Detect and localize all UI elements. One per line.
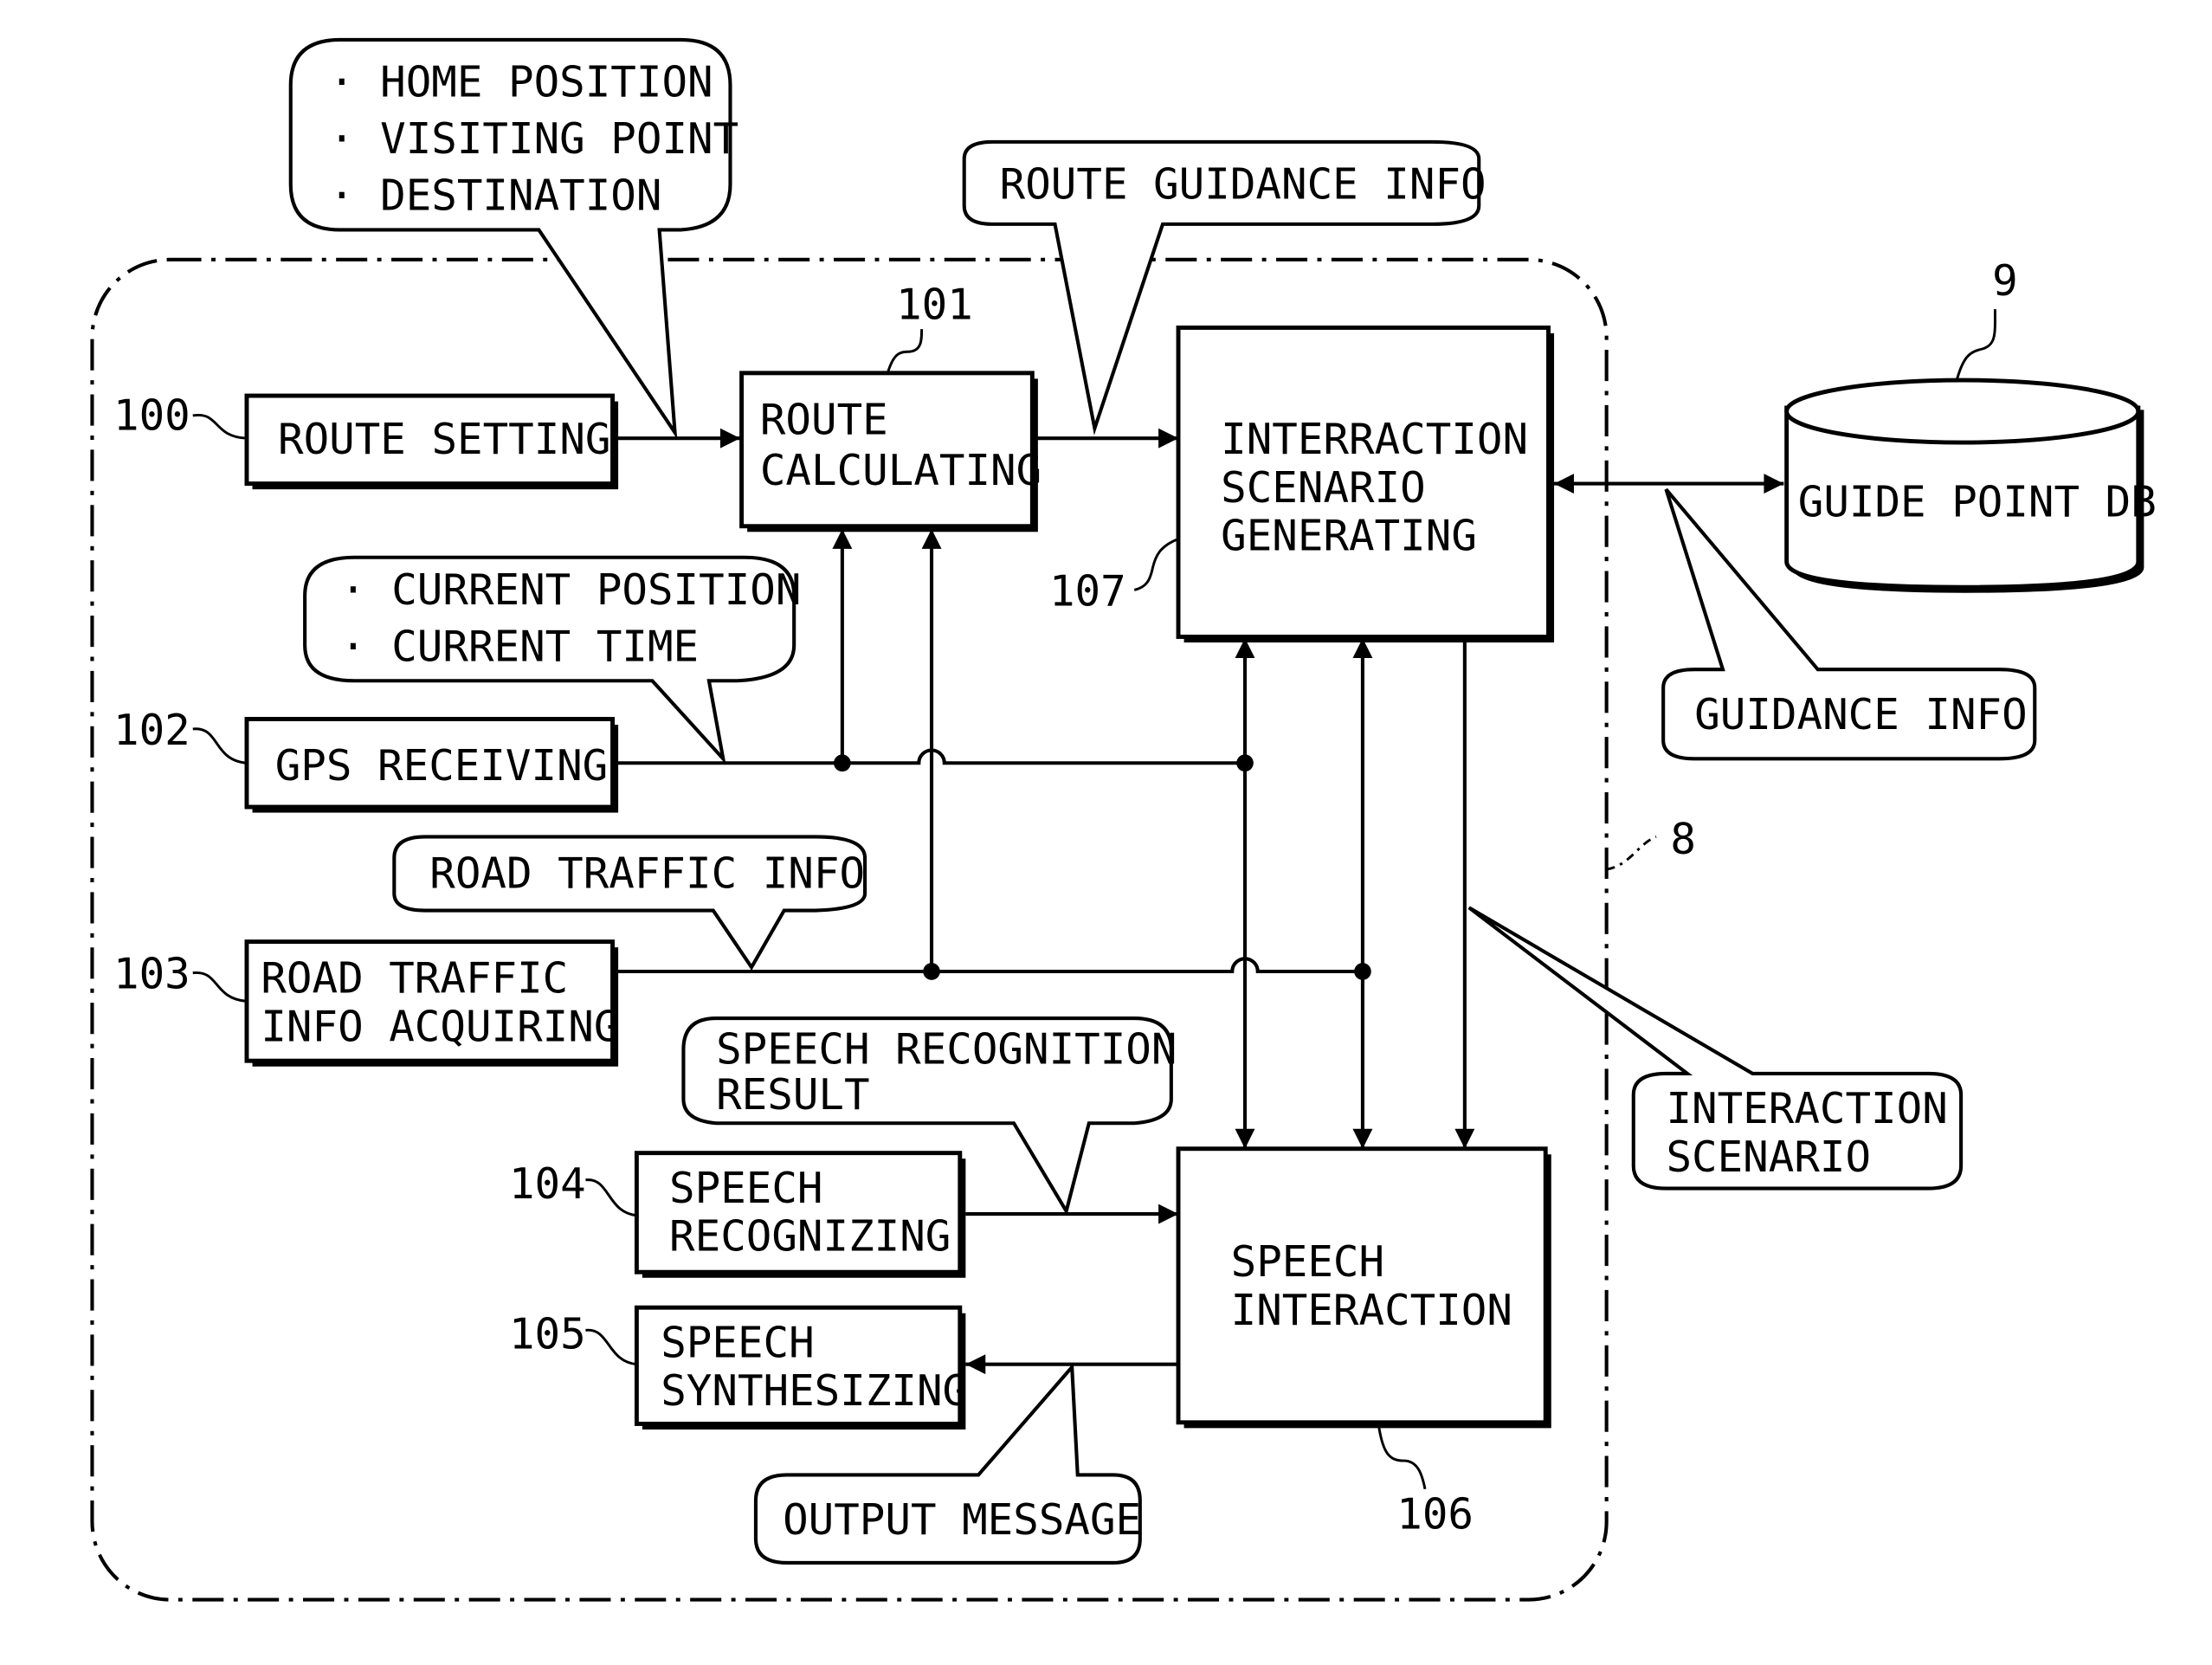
junction-dot [1354, 963, 1371, 980]
junction-dot [923, 963, 940, 980]
ref-8: 8 [1670, 814, 1696, 864]
leader-105 [585, 1328, 637, 1366]
block-speech-synthesizing: SPEECH SYNTHESIZING [634, 1305, 968, 1430]
leader-9 [1955, 309, 1996, 381]
ref-102: 102 [113, 705, 190, 755]
leader-102 [192, 727, 248, 765]
ref-101: 101 [896, 280, 973, 330]
svg-text:GPS RECEIVING: GPS RECEIVING [275, 740, 609, 791]
ref-103: 103 [113, 949, 190, 999]
svg-text:GUIDANCE INFO: GUIDANCE INFO [1694, 689, 2028, 739]
block-route-calculating: ROUTE CALCULATING [739, 371, 1042, 532]
svg-text:OUTPUT MESSAGE: OUTPUT MESSAGE [783, 1494, 1141, 1545]
svg-text:· HOME POSITION: · HOME POSITION [329, 56, 713, 106]
svg-text:· DESTINATION: · DESTINATION [329, 170, 662, 220]
svg-text:ROUTE: ROUTE [760, 394, 888, 444]
svg-text:SYNTHESIZING: SYNTHESIZING [661, 1365, 968, 1416]
svg-text:SPEECH: SPEECH [661, 1317, 814, 1367]
svg-text:· CURRENT TIME: · CURRENT TIME [340, 621, 699, 671]
svg-text:RESULT: RESULT [716, 1069, 869, 1120]
svg-text:CALCULATING: CALCULATING [760, 445, 1042, 495]
line-gps-bus [614, 748, 1246, 765]
ref-106: 106 [1396, 1489, 1474, 1539]
leader-104 [585, 1178, 637, 1217]
ref-105: 105 [509, 1309, 586, 1359]
svg-text:ROUTE GUIDANCE INFO: ROUTE GUIDANCE INFO [1000, 158, 1486, 209]
svg-text:INTERACTION: INTERACTION [1666, 1083, 1947, 1133]
svg-text:SCENARIO: SCENARIO [1666, 1132, 1871, 1182]
svg-text:GUIDE POINT DB: GUIDE POINT DB [1798, 476, 2157, 526]
svg-text:SPEECH RECOGNITION: SPEECH RECOGNITION [716, 1023, 1177, 1074]
leader-100 [192, 413, 248, 440]
leader-106 [1377, 1422, 1427, 1490]
svg-text:ROUTE SETTING: ROUTE SETTING [278, 414, 611, 464]
junction-dot [1236, 754, 1254, 772]
ref-107: 107 [1049, 565, 1126, 616]
callout-route-inputs: · HOME POSITION · VISITING POINT · DESTI… [288, 37, 738, 440]
leader-107 [1133, 538, 1179, 591]
svg-text:INFO ACQUIRING: INFO ACQUIRING [261, 1001, 619, 1051]
block-scenario-generating: INTERRACTION SCENARIO GENERATING [1176, 325, 1555, 643]
block-road-traffic-acquiring: ROAD TRAFFIC INFO ACQUIRING [244, 939, 619, 1067]
svg-text:ROAD TRAFFIC: ROAD TRAFFIC [261, 953, 568, 1004]
svg-text:· VISITING POINT: · VISITING POINT [329, 113, 738, 164]
svg-text:SPEECH: SPEECH [669, 1163, 822, 1213]
ref-100: 100 [113, 390, 190, 440]
svg-text:RECOGNIZING: RECOGNIZING [669, 1211, 951, 1262]
svg-text:GENERATING: GENERATING [1221, 511, 1477, 561]
line-traffic-bus [614, 957, 1363, 974]
svg-text:INTERACTION: INTERACTION [1231, 1285, 1512, 1335]
block-diagram: 8 ROUTE SETTING 100 ROUTE CALCULATING 10… [90, 37, 2157, 1602]
svg-text:SPEECH: SPEECH [1231, 1236, 1384, 1287]
svg-text:ROAD TRAFFIC INFO: ROAD TRAFFIC INFO [429, 848, 865, 898]
svg-text:SCENARIO: SCENARIO [1221, 462, 1426, 513]
block-route-setting: ROUTE SETTING [244, 393, 619, 490]
ref-104: 104 [509, 1158, 586, 1209]
callout-interaction-scenario: INTERACTION SCENARIO [1467, 906, 1964, 1191]
block-guide-point-db: GUIDE POINT DB [1784, 378, 2157, 593]
frame-leader [1606, 836, 1657, 871]
svg-text:INTERRACTION: INTERRACTION [1221, 414, 1528, 464]
junction-dot [834, 754, 851, 772]
leader-101 [886, 329, 924, 374]
svg-text:· CURRENT POSITION: · CURRENT POSITION [340, 565, 801, 615]
ref-9: 9 [1992, 255, 2018, 306]
block-gps-receiving: GPS RECEIVING [244, 717, 619, 813]
block-speech-interaction: SPEECH INTERACTION [1176, 1146, 1551, 1429]
block-speech-recognizing: SPEECH RECOGNIZING [634, 1151, 966, 1278]
leader-103 [192, 971, 248, 1003]
